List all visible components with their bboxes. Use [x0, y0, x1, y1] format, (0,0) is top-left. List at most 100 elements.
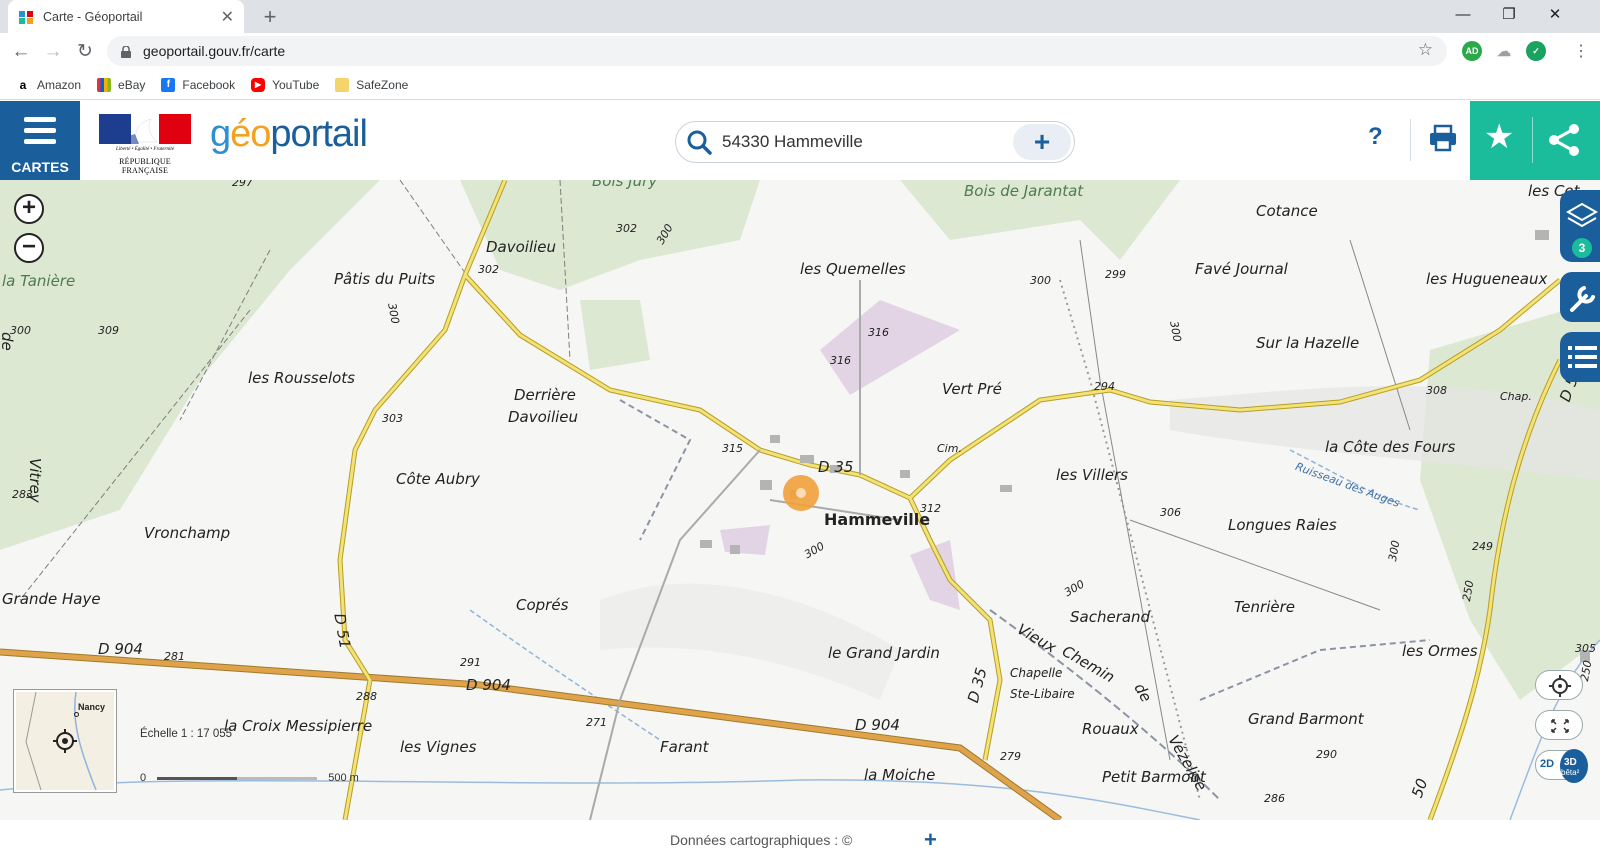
window-close-button[interactable]: ✕	[1532, 0, 1578, 30]
attribution-expand-button[interactable]: +	[924, 827, 937, 853]
minimap-target-icon	[53, 729, 77, 753]
zoom-in-button[interactable]: +	[14, 194, 44, 224]
republique-francaise-logo[interactable]: Liberté • Égalité • Fraternité RÉPUBLIQU…	[99, 114, 191, 175]
map-label: D 904	[466, 676, 511, 694]
trail-line	[619, 399, 692, 541]
map-label: la Côte des Fours	[1325, 438, 1456, 456]
scale-bar: 0 500 m	[140, 772, 359, 784]
minimize-button[interactable]: —	[1440, 0, 1486, 30]
folder-icon	[335, 77, 350, 92]
bookmark-safezone[interactable]: SafeZone	[335, 77, 408, 92]
minimap-city-label: Nancy	[78, 702, 106, 712]
map-label: les Quemelles	[800, 260, 906, 278]
back-arrow-icon[interactable]: ←	[8, 39, 34, 65]
map-label: les Vignes	[400, 738, 477, 756]
map-label: le Grand Jardin	[828, 644, 940, 662]
facebook-icon: f	[161, 77, 176, 92]
bookmarks-bar: a Amazon eBay f Facebook ▶ YouTube SafeZ…	[0, 70, 1600, 100]
map-view[interactable]: 297 Bois Jury Bois de Jarantat les Cot Cotan…	[0, 180, 1600, 820]
trail-line	[1199, 639, 1431, 701]
map-footer: Données cartographiques : © +	[0, 820, 1600, 860]
map-label: 294	[1094, 380, 1115, 393]
bookmark-amazon[interactable]: a Amazon	[16, 78, 81, 92]
map-label: Vert Pré	[942, 380, 1002, 398]
scale-end: 500 m	[328, 772, 359, 784]
lock-icon	[121, 45, 131, 58]
reload-icon[interactable]: ↻	[72, 39, 98, 65]
view-mode-toggle[interactable]: 2D 3D bêta²	[1535, 749, 1588, 783]
forward-arrow-icon[interactable]: →	[40, 39, 66, 65]
address-bar[interactable]: geoportail.gouv.fr/carte ☆	[107, 36, 1447, 66]
map-label: Chap.	[1500, 390, 1532, 403]
geoportail-header: CARTES Liberté • Égalité • Fraternité RÉ…	[0, 101, 1600, 180]
map-label: Davoilieu	[486, 238, 557, 256]
tab-close-icon[interactable]: ✕	[221, 7, 234, 27]
rf-motto: Liberté • Égalité • Fraternité	[116, 147, 174, 152]
layers-tool-button[interactable]: 3	[1560, 190, 1600, 262]
maximize-button[interactable]: ❐	[1486, 0, 1532, 30]
map-label: Bois de Jarantat	[964, 182, 1084, 200]
forest-area	[580, 300, 650, 370]
legend-button[interactable]	[1560, 332, 1600, 382]
adblock-icon[interactable]: AD	[1462, 41, 1482, 61]
help-button[interactable]: ?	[1368, 123, 1383, 151]
rf-name: RÉPUBLIQUE FRANÇAISE	[119, 157, 171, 175]
browser-tab[interactable]: Carte - Géoportail ✕	[8, 0, 244, 33]
new-tab-button[interactable]: +	[258, 4, 282, 30]
map-label: Grande Haye	[2, 590, 101, 608]
map-label: Hammeville	[824, 510, 931, 529]
attribution-text: Données cartographiques : ©	[670, 832, 853, 848]
header-divider	[1410, 119, 1411, 161]
fullscreen-button[interactable]	[1535, 710, 1583, 740]
search-add-button[interactable]: +	[1013, 124, 1071, 160]
map-label: 286	[1264, 792, 1285, 805]
layers-count-badge: 3	[1572, 238, 1592, 258]
tab-title: Carte - Géoportail	[43, 9, 143, 24]
share-icon[interactable]	[1548, 123, 1582, 157]
map-label: 279	[1000, 750, 1021, 763]
fullscreen-icon	[1551, 719, 1569, 733]
browser-toolbar: ← → ↻ geoportail.gouv.fr/carte ☆ AD ☁ ✓ …	[0, 33, 1600, 70]
tools-button[interactable]	[1560, 272, 1600, 322]
geoportail-brand[interactable]: géoportail	[210, 113, 368, 156]
map-label: Petit Barmont	[1102, 768, 1206, 786]
ebay-icon	[97, 77, 112, 92]
list-icon	[1568, 346, 1597, 368]
cloud-icon[interactable]: ☁	[1494, 41, 1514, 61]
search-icon[interactable]	[686, 129, 712, 155]
search-input[interactable]: 54330 Hammeville	[722, 132, 1013, 152]
map-label: Farant	[660, 738, 709, 756]
search-bar[interactable]: 54330 Hammeville +	[675, 121, 1075, 163]
map-label: D 904	[855, 716, 900, 734]
map-label: les Rousselots	[248, 369, 355, 387]
overview-minimap[interactable]: Nancy	[14, 690, 116, 792]
map-label: Bois Jury	[592, 180, 658, 190]
browser-menu-icon[interactable]: ⋮	[1568, 39, 1594, 65]
forest-area	[0, 180, 380, 550]
geolocate-button[interactable]	[1535, 670, 1583, 700]
map-label: 288	[356, 690, 377, 703]
bookmark-youtube[interactable]: ▶ YouTube	[251, 77, 319, 92]
share-panel: ★	[1470, 101, 1600, 180]
bookmark-ebay[interactable]: eBay	[97, 77, 145, 92]
map-label: 302	[616, 222, 637, 235]
zoom-out-button[interactable]: −	[14, 233, 44, 263]
map-label: D 904	[98, 640, 143, 658]
map-label: Cim.	[937, 442, 962, 455]
shield-check-icon[interactable]: ✓	[1526, 41, 1546, 61]
scale-line	[157, 776, 318, 780]
map-label: Rouaux	[1082, 720, 1139, 738]
favorites-star-icon[interactable]: ★	[1484, 117, 1514, 157]
print-icon[interactable]	[1428, 123, 1458, 153]
browser-tab-strip: Carte - Géoportail ✕ + — ❐ ✕	[0, 0, 1600, 33]
cartes-menu-button[interactable]: CARTES	[0, 101, 80, 180]
map-label: 290	[1316, 748, 1337, 761]
map-label: 297	[232, 180, 253, 189]
bookmark-facebook[interactable]: f Facebook	[161, 77, 235, 92]
map-label: 283	[12, 488, 33, 501]
view-2d-label[interactable]: 2D	[1540, 758, 1554, 770]
map-label: 302	[478, 263, 499, 276]
map-label: Tenrière	[1234, 598, 1296, 616]
map-label: 306	[1160, 506, 1181, 519]
bookmark-star-icon[interactable]: ☆	[1418, 40, 1433, 60]
